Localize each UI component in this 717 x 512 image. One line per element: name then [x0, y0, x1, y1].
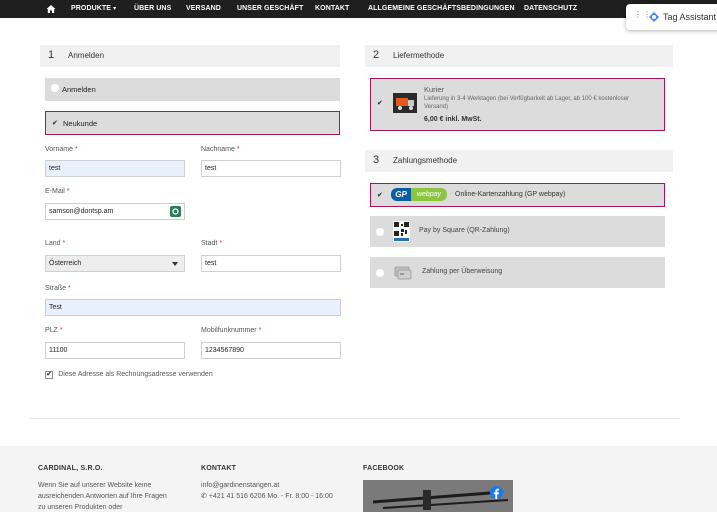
nav-item-produkte[interactable]: PRODUKTE ▾ — [71, 5, 116, 12]
billing-address-checkbox[interactable]: ✔ — [45, 370, 53, 379]
tag-assistant-icon — [649, 12, 659, 22]
payment-section-header: 3 Zahlungsmethode — [365, 150, 673, 172]
section-title: Liefermethode — [393, 51, 445, 60]
mobile-input[interactable]: 1234567890 — [201, 342, 341, 359]
email-value: samson@dontsp.am — [49, 208, 114, 215]
checkmark-icon: ✔ — [377, 100, 383, 107]
checkmark-icon: ✔ — [377, 192, 383, 199]
tag-assistant-badge[interactable]: ⋮⋮ Tag Assistant — [626, 4, 717, 30]
lastname-label: Nachname * — [201, 146, 240, 153]
payment-option-gp-webpay[interactable]: ✔ GP webpay Online-Kartenzahlung (GP web… — [370, 183, 665, 207]
footer-contact-heading: KONTAKT — [201, 465, 237, 472]
delivery-name: Kurier — [424, 85, 445, 94]
email-label: E-Mail * — [45, 188, 70, 195]
section-number: 2 — [373, 49, 380, 61]
section-number: 3 — [373, 154, 380, 166]
footer-phone: ✆ +421 41 516 6206 Mo. - Fr. 8:00 - 16:0… — [201, 493, 333, 500]
nav-item-datenschutz[interactable]: DATENSCHUTZ — [524, 5, 577, 12]
bank-transfer-icon — [394, 266, 412, 280]
footer-text-line: ausreichenden Antworten auf Ihre Fragen — [38, 493, 167, 500]
nav-item-agb[interactable]: ALLGEMEINE GESCHÄFTSBEDINGUNGEN — [368, 5, 515, 12]
footer-facebook-heading: FACEBOOK — [363, 465, 405, 472]
delivery-description: Lieferung in 3-4 Werktagen (bei Verfügba… — [424, 96, 630, 110]
login-section-header: 1 Anmelden — [40, 45, 340, 67]
qr-code-icon — [393, 221, 410, 242]
footer-text-line: Wenn Sie auf unserer Website keine — [38, 482, 152, 489]
section-title: Anmelden — [68, 51, 105, 60]
login-option-neukunde[interactable]: ✔ Neukunde — [45, 111, 340, 135]
nav-item-ueber-uns[interactable]: ÜBER UNS — [134, 5, 171, 12]
email-field[interactable]: samson@dontsp.am — [45, 203, 185, 220]
street-label: Straße * — [45, 285, 71, 292]
payment-option-pay-by-square[interactable]: Pay by Square (QR-Zahlung) — [370, 216, 665, 247]
footer-contact-text: info@gardinenstangen.at ✆ +421 41 516 62… — [201, 480, 351, 502]
radio-button[interactable] — [376, 228, 384, 236]
option-label: Online-Kartenzahlung (GP webpay) — [455, 191, 566, 198]
payment-option-bank-transfer[interactable]: Zahlung per Überweisung — [370, 257, 665, 288]
footer-company-text: Wenn Sie auf unserer Website keine ausre… — [38, 480, 188, 512]
password-manager-icon[interactable] — [170, 206, 181, 217]
zip-input[interactable]: 11100 — [45, 342, 185, 359]
city-label: Stadt * — [201, 240, 223, 247]
chevron-down-icon: ▾ — [113, 6, 117, 12]
billing-address-label: Diese Adresse als Rechnungsadresse verwe… — [58, 371, 213, 379]
mobile-label: Mobilfunknummer * — [201, 327, 262, 334]
lastname-input[interactable]: test — [201, 160, 341, 177]
nav-item-kontakt[interactable]: KONTAKT — [315, 5, 349, 12]
webpay-logo-text: webpay — [411, 188, 447, 201]
phone-icon: ✆ — [201, 493, 207, 500]
billing-address-checkbox-row[interactable]: ✔ Diese Adresse als Rechnungsadresse ver… — [45, 370, 213, 379]
facebook-icon[interactable] — [490, 486, 503, 499]
gp-webpay-logo: GP webpay — [391, 188, 447, 201]
home-icon[interactable] — [46, 4, 56, 14]
option-label: Zahlung per Überweisung — [422, 268, 503, 275]
top-navigation: PRODUKTE ▾ ÜBER UNS VERSAND UNSER GESCHÄF… — [0, 0, 717, 18]
option-label: Neukunde — [63, 119, 98, 128]
radio-button[interactable] — [376, 269, 384, 277]
option-label: Anmelden — [62, 85, 96, 94]
country-label: Land * — [45, 240, 66, 247]
courier-truck-icon — [393, 93, 417, 113]
checkmark-icon: ✔ — [52, 120, 58, 127]
facebook-page-widget[interactable] — [363, 480, 513, 512]
login-option-anmelden[interactable]: Anmelden — [45, 78, 340, 101]
country-select[interactable]: Österreich — [45, 255, 185, 272]
tag-assistant-label: Tag Assistant — [663, 12, 717, 22]
delivery-option-kurier[interactable]: ✔ Kurier Lieferung in 3-4 Werktagen (bei… — [370, 78, 665, 131]
radio-button[interactable] — [51, 84, 59, 92]
delivery-price: 6,00 € inkl. MwSt. — [424, 116, 482, 123]
delivery-section-header: 2 Liefermethode — [365, 45, 673, 67]
page-divider — [30, 418, 680, 419]
section-number: 1 — [48, 49, 55, 61]
option-label: Pay by Square (QR-Zahlung) — [419, 227, 510, 234]
street-input[interactable]: Test — [45, 299, 341, 316]
footer-text-line: zu unseren Produkten oder — [38, 504, 123, 511]
firstname-input[interactable]: test — [45, 160, 185, 177]
nav-item-unser-geschaeft[interactable]: UNSER GESCHÄFT — [237, 5, 303, 12]
gp-logo-text: GP — [391, 188, 411, 201]
footer-email-link[interactable]: info@gardinenstangen.at — [201, 480, 351, 491]
zip-label: PLZ * — [45, 327, 63, 334]
section-title: Zahlungsmethode — [393, 156, 458, 165]
nav-item-versand[interactable]: VERSAND — [186, 5, 221, 12]
country-value: Österreich — [49, 260, 82, 267]
chevron-down-icon — [172, 262, 178, 266]
firstname-label: Vorname * — [45, 146, 78, 153]
city-input[interactable]: test — [201, 255, 341, 272]
footer-company-heading: CARDINAL, S.R.O. — [38, 465, 103, 472]
